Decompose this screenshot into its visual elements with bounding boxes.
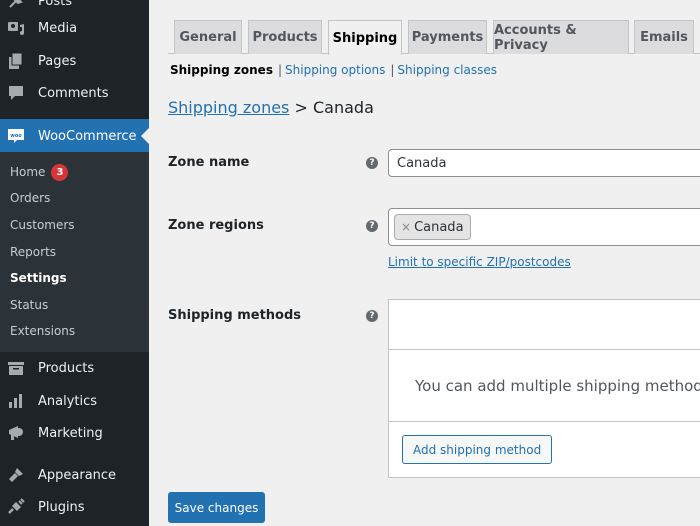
help-icon[interactable]: ?: [366, 310, 378, 322]
shipping-methods-label: Shipping methods: [168, 308, 302, 323]
remove-region-icon[interactable]: ×: [401, 220, 411, 234]
breadcrumb-separator: >: [294, 98, 308, 117]
add-shipping-method-button[interactable]: Add shipping method: [402, 435, 553, 464]
subnav-separator: |: [277, 63, 283, 77]
submenu-item-extensions[interactable]: Extensions: [10, 321, 75, 341]
help-icon[interactable]: ?: [366, 220, 378, 232]
sidebar-item-label: Appearance: [38, 467, 117, 483]
sidebar-item-comments[interactable]: Comments: [0, 76, 149, 110]
sidebar-item-label: Plugins: [38, 499, 85, 515]
sidebar-item-label: Analytics: [38, 393, 98, 409]
megaphone-icon: [6, 423, 26, 443]
shipping-methods-table: You can add multiple shipping methods wi…: [388, 299, 700, 478]
sidebar-item-appearance[interactable]: Appearance: [0, 458, 149, 492]
sidebar-item-label: Posts: [38, 0, 72, 9]
plug-icon: [6, 497, 26, 517]
bar-chart-icon: [6, 391, 26, 411]
submenu-item-orders[interactable]: Orders: [10, 188, 50, 208]
shipping-methods-empty-text: You can add multiple shipping methods wi…: [389, 350, 700, 422]
zone-regions-label: Zone regions: [168, 218, 264, 233]
submenu-item-settings[interactable]: Settings: [10, 268, 67, 288]
sidebar-item-label: Marketing: [38, 425, 103, 441]
admin-sidebar: Posts Media Pages Comments woo WooCommer…: [0, 0, 149, 526]
subnav-shipping-options[interactable]: Shipping options: [285, 63, 385, 77]
sidebar-item-label: Media: [38, 20, 78, 36]
submenu-item-home[interactable]: Home 3: [10, 162, 69, 182]
pages-icon: [6, 51, 26, 71]
region-chip-label: Canada: [414, 219, 464, 235]
sidebar-item-woocommerce[interactable]: woo WooCommerce: [0, 119, 149, 153]
page-title: Shipping zones > Canada: [168, 98, 374, 117]
help-icon[interactable]: ?: [366, 157, 378, 169]
subnav-separator: |: [390, 63, 395, 77]
submenu-item-customers[interactable]: Customers: [10, 215, 75, 235]
shipping-methods-header: [389, 300, 700, 350]
zone-regions-select[interactable]: × Canada: [388, 208, 700, 246]
sidebar-item-label: WooCommerce: [38, 128, 137, 144]
sidebar-item-marketing[interactable]: Marketing: [0, 416, 149, 450]
tab-payments[interactable]: Payments: [408, 20, 487, 54]
subnav-shipping-classes[interactable]: Shipping classes: [397, 63, 497, 77]
woo-icon: woo: [6, 126, 26, 146]
sidebar-item-pages[interactable]: Pages: [0, 44, 149, 78]
zone-name-label: Zone name: [168, 155, 250, 170]
sidebar-item-plugins[interactable]: Plugins: [0, 490, 149, 524]
region-chip: × Canada: [394, 214, 471, 240]
tab-general[interactable]: General: [174, 20, 242, 54]
tab-shipping[interactable]: Shipping: [328, 20, 402, 55]
sidebar-item-analytics[interactable]: Analytics: [0, 384, 149, 418]
tab-emails[interactable]: Emails: [634, 20, 694, 54]
breadcrumb-shipping-zones[interactable]: Shipping zones: [168, 98, 289, 117]
sidebar-item-label: Products: [38, 360, 95, 376]
zone-title: Canada: [312, 98, 374, 117]
notification-badge: 3: [51, 163, 69, 181]
pin-icon: [6, 0, 26, 11]
submenu-item-reports[interactable]: Reports: [10, 242, 56, 262]
submenu-item-status[interactable]: Status: [10, 295, 48, 315]
tab-products[interactable]: Products: [248, 20, 322, 54]
sidebar-item-media[interactable]: Media: [0, 11, 149, 45]
limit-postcodes-link[interactable]: Limit to specific ZIP/postcodes: [388, 255, 571, 269]
tab-accounts-privacy[interactable]: Accounts & Privacy: [493, 20, 629, 54]
submenu-label: Home: [10, 165, 46, 179]
shipping-subnav: Shipping zones | Shipping options | Ship…: [170, 63, 497, 77]
save-changes-button[interactable]: Save changes: [168, 492, 265, 523]
paintbrush-icon: [6, 465, 26, 485]
sidebar-item-label: Pages: [38, 53, 77, 69]
svg-text:woo: woo: [10, 133, 22, 139]
comments-icon: [6, 83, 26, 103]
subnav-shipping-zones[interactable]: Shipping zones: [170, 63, 273, 77]
zone-name-input[interactable]: Canada: [388, 149, 700, 177]
media-icon: [6, 18, 26, 38]
archive-icon: [6, 358, 26, 378]
woocommerce-submenu: Home 3 Orders Customers Reports Settings…: [0, 152, 149, 352]
sidebar-item-products[interactable]: Products: [0, 351, 149, 385]
sidebar-item-label: Comments: [38, 85, 109, 101]
